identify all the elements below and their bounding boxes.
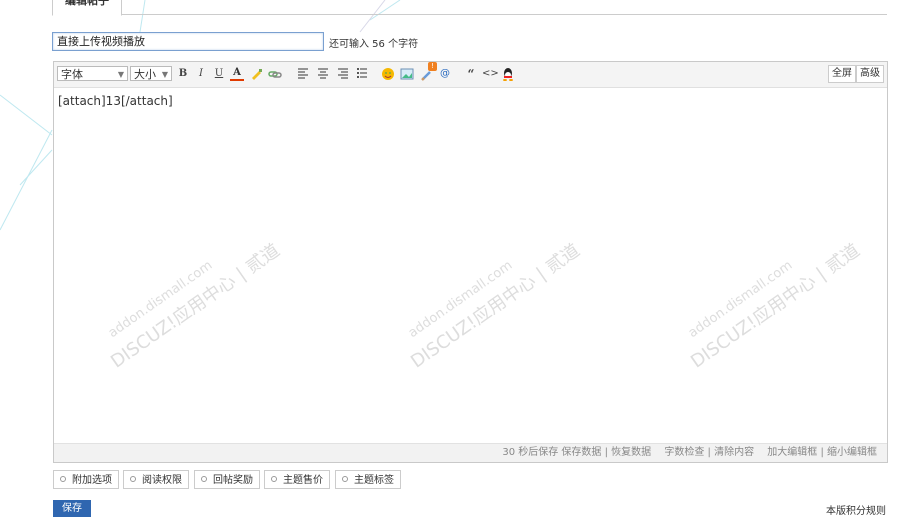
font-select[interactable]: 字体 ▼ — [57, 66, 128, 81]
editor-toolbar: 字体 ▼ 大小 ▼ B I U A ! @ “ <> 全屏 高级 — [54, 62, 887, 88]
content-tools[interactable]: 字数检查 | 清除内容 — [664, 447, 754, 458]
list-icon[interactable] — [355, 67, 369, 81]
align-right-icon[interactable] — [336, 67, 350, 81]
option-label: 主题售价 — [283, 475, 323, 486]
size-select[interactable]: 大小 ▼ — [130, 66, 172, 81]
option-reply-reward[interactable]: 回帖奖励 — [194, 470, 260, 489]
option-thread-price[interactable]: 主题售价 — [264, 470, 330, 489]
editor-statusbar: 30 秒后保存 保存数据 | 恢复数据 字数检查 | 清除内容 加大编辑框 | … — [54, 443, 887, 462]
qq-icon[interactable] — [501, 67, 515, 81]
editor-content[interactable]: [attach]13[/attach] — [58, 94, 173, 108]
bullet-icon — [342, 476, 348, 482]
quote-button[interactable]: “ — [464, 67, 478, 81]
size-select-label: 大小 — [134, 68, 156, 81]
bullet-icon — [130, 476, 136, 482]
char-count-text: 还可输入 56 个字符 — [329, 39, 419, 50]
bold-button[interactable]: B — [176, 67, 190, 81]
advanced-button[interactable]: 高级 — [856, 65, 884, 83]
option-label: 阅读权限 — [142, 475, 182, 486]
option-read-permission[interactable]: 阅读权限 — [123, 470, 189, 489]
watermark-text: DISCUZ!应用中心 | 贰道 — [687, 239, 864, 373]
option-label: 附加选项 — [72, 475, 112, 486]
option-thread-tags[interactable]: 主题标签 — [335, 470, 401, 489]
fullscreen-button[interactable]: 全屏 — [828, 65, 856, 83]
code-button[interactable]: <> — [482, 67, 499, 81]
align-left-icon[interactable] — [296, 67, 310, 81]
bullet-icon — [201, 476, 207, 482]
watermark-text: DISCUZ!应用中心 | 贰道 — [407, 239, 584, 373]
chevron-down-icon: ▼ — [117, 70, 124, 79]
font-select-label: 字体 — [61, 68, 83, 81]
chevron-down-icon: ▼ — [161, 70, 168, 79]
italic-button[interactable]: I — [194, 67, 208, 81]
smiley-icon[interactable] — [381, 67, 395, 81]
bullet-icon — [60, 476, 66, 482]
font-color-button[interactable]: A — [230, 67, 244, 81]
tab-edit-post[interactable]: 编辑帖子 — [52, 0, 122, 16]
autosave-status[interactable]: 30 秒后保存 保存数据 | 恢复数据 — [502, 447, 651, 458]
attachment-icon[interactable]: ! — [420, 62, 437, 81]
option-label: 回帖奖励 — [213, 475, 253, 486]
link-icon[interactable] — [268, 67, 282, 81]
option-label: 主题标签 — [354, 475, 394, 486]
bullet-icon — [271, 476, 277, 482]
tab-bar: 编辑帖子 — [52, 0, 887, 16]
forum-credit-rules-link[interactable]: 本版积分规则 — [826, 502, 886, 517]
editor: 字体 ▼ 大小 ▼ B I U A ! @ “ <> 全屏 高级 DISCUZ!… — [53, 61, 888, 463]
subject-input[interactable]: 直接上传视频播放 — [52, 32, 324, 51]
option-extra[interactable]: 附加选项 — [53, 470, 119, 489]
align-center-icon[interactable] — [316, 67, 330, 81]
highlight-icon[interactable] — [250, 67, 264, 81]
attachment-badge: ! — [428, 62, 437, 71]
save-button[interactable]: 保存 — [53, 500, 91, 517]
underline-button[interactable]: U — [212, 67, 226, 81]
watermark-text: DISCUZ!应用中心 | 贰道 — [107, 239, 284, 373]
at-button[interactable]: @ — [438, 67, 452, 81]
resize-editor-links[interactable]: 加大编辑框 | 缩小编辑框 — [767, 447, 877, 458]
image-icon[interactable] — [400, 67, 414, 81]
